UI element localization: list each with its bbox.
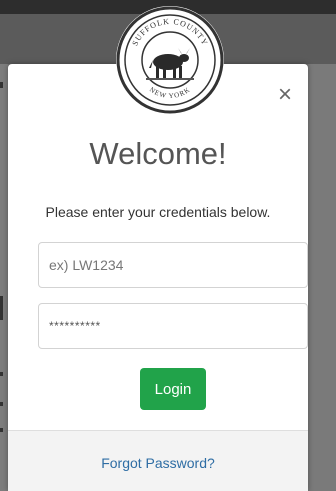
background-left-edge bbox=[0, 64, 8, 491]
county-seal-emblem-icon: SUFFOLK COUNTY NEW YORK bbox=[116, 6, 224, 114]
background-right-edge bbox=[308, 64, 336, 491]
county-seal-logo: SUFFOLK COUNTY NEW YORK bbox=[116, 6, 224, 114]
background-text-fragment bbox=[0, 428, 3, 432]
close-icon[interactable]: × bbox=[274, 83, 296, 107]
forgot-password-link[interactable]: Forgot Password? bbox=[8, 455, 308, 471]
background-text-fragment bbox=[0, 372, 3, 376]
background-text-fragment bbox=[0, 82, 3, 88]
modal-footer: Forgot Password? bbox=[8, 430, 308, 491]
modal-title: Welcome! bbox=[89, 136, 227, 171]
username-input[interactable] bbox=[38, 242, 308, 288]
background-text-fragment bbox=[0, 402, 3, 406]
login-button[interactable]: Login bbox=[140, 368, 206, 410]
background-text-fragment bbox=[0, 296, 3, 320]
password-input[interactable] bbox=[38, 303, 308, 349]
modal-subtitle: Please enter your credentials below. bbox=[45, 204, 271, 220]
